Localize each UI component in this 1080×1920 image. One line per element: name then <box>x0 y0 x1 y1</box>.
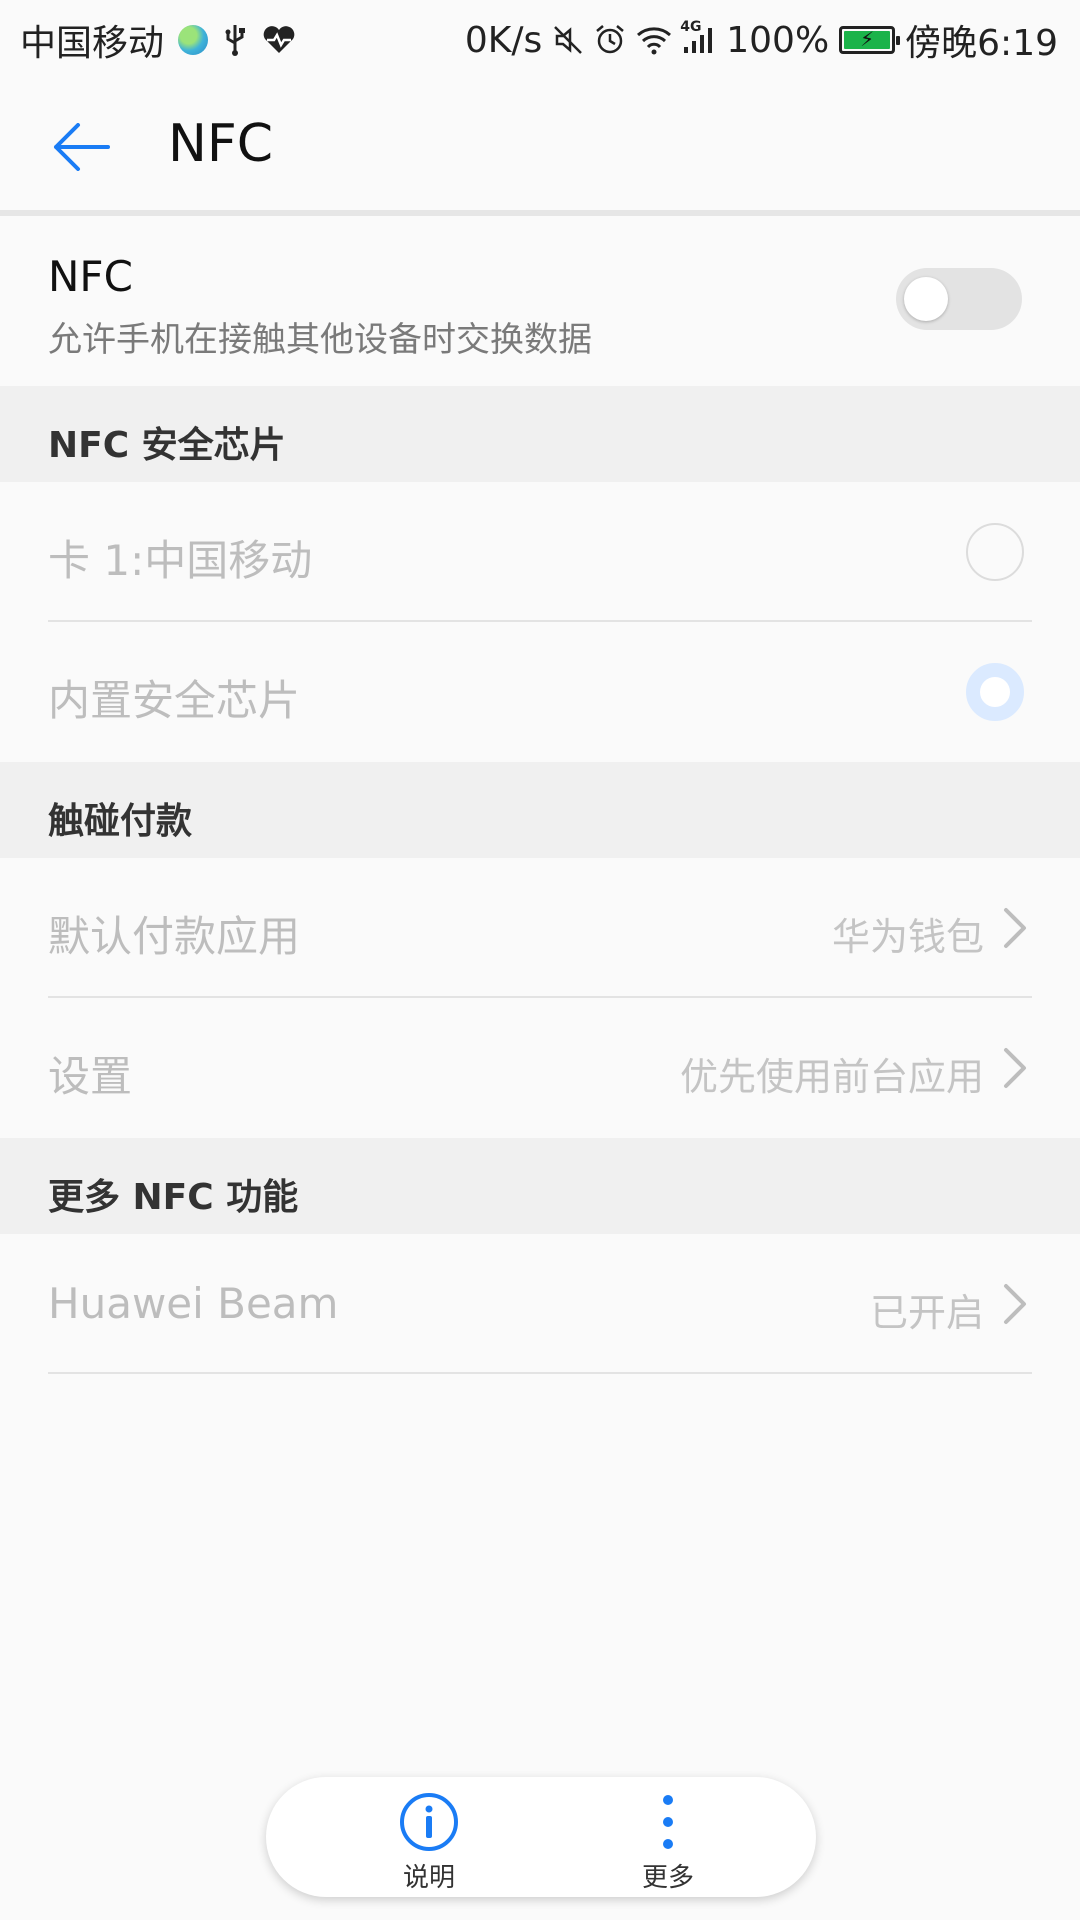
signal-icon: 4G <box>680 19 716 55</box>
chevron-right-icon <box>1004 1284 1026 1324</box>
globe-icon <box>178 25 209 55</box>
row-label: 默认付款应用 <box>48 912 301 961</box>
app-bar: NFC <box>0 76 1080 210</box>
divider <box>48 1372 1032 1374</box>
chevron-right-icon <box>1004 908 1026 948</box>
carrier-label: 中国移动 <box>20 23 165 64</box>
info-label: 说明 <box>402 1863 455 1893</box>
row-value: 已开启 <box>869 1291 984 1335</box>
nfc-toggle-row[interactable]: NFC 允许手机在接触其他设备时交换数据 <box>0 216 1080 386</box>
page-title: NFC <box>168 114 274 174</box>
row-default-payment-app[interactable]: 默认付款应用 华为钱包 <box>0 858 1080 998</box>
bottom-action-bar: 说明 更多 <box>266 1777 816 1897</box>
more-label: 更多 <box>641 1863 694 1893</box>
more-vertical-icon <box>663 1795 673 1849</box>
row-payment-settings[interactable]: 设置 优先使用前台应用 <box>0 998 1080 1138</box>
row-label: 设置 <box>48 1052 133 1101</box>
radio-button[interactable] <box>966 523 1024 581</box>
clock: 傍晚6:19 <box>905 23 1058 64</box>
usb-icon <box>222 23 248 57</box>
chevron-right-icon <box>1004 1048 1026 1088</box>
more-button[interactable]: 更多 <box>588 1777 748 1897</box>
option-label: 内置安全芯片 <box>48 676 301 725</box>
row-value: 华为钱包 <box>831 915 984 959</box>
alarm-icon <box>594 24 626 56</box>
nfc-title: NFC <box>48 252 133 301</box>
info-button[interactable]: 说明 <box>349 1777 509 1897</box>
section-title: 更多 NFC 功能 <box>48 1177 299 1218</box>
network-speed: 0K/s <box>464 19 543 61</box>
row-label: Huawei Beam <box>48 1279 339 1328</box>
nfc-switch[interactable] <box>896 268 1022 330</box>
row-value: 优先使用前台应用 <box>679 1055 984 1099</box>
option-label: 卡 1:中国移动 <box>48 536 313 585</box>
radio-row-builtin-chip[interactable]: 内置安全芯片 <box>0 622 1080 762</box>
section-header-secure-chip: NFC 安全芯片 <box>0 386 1080 482</box>
back-arrow-icon <box>54 123 110 171</box>
section-header-more-nfc: 更多 NFC 功能 <box>0 1138 1080 1234</box>
battery-icon: ⚡ <box>839 26 901 54</box>
status-bar: 中国移动 0K/s 4G 100% ⚡ 傍晚6:19 <box>0 0 1080 76</box>
battery-percent: 100% <box>726 19 830 61</box>
section-header-tap-pay: 触碰付款 <box>0 762 1080 858</box>
section-title: 触碰付款 <box>48 801 193 842</box>
section-title: NFC 安全芯片 <box>48 425 286 466</box>
signal-type: 4G <box>680 19 702 35</box>
mute-icon <box>552 24 584 56</box>
switch-knob <box>904 277 948 321</box>
row-huawei-beam[interactable]: Huawei Beam 已开启 <box>0 1234 1080 1374</box>
back-button[interactable] <box>46 112 116 182</box>
heart-icon <box>262 25 296 55</box>
radio-row-sim-card[interactable]: 卡 1:中国移动 <box>0 482 1080 622</box>
wifi-icon <box>636 25 672 55</box>
nfc-subtitle: 允许手机在接触其他设备时交换数据 <box>48 320 592 360</box>
radio-button-selected[interactable] <box>966 663 1024 721</box>
info-icon <box>400 1793 458 1851</box>
